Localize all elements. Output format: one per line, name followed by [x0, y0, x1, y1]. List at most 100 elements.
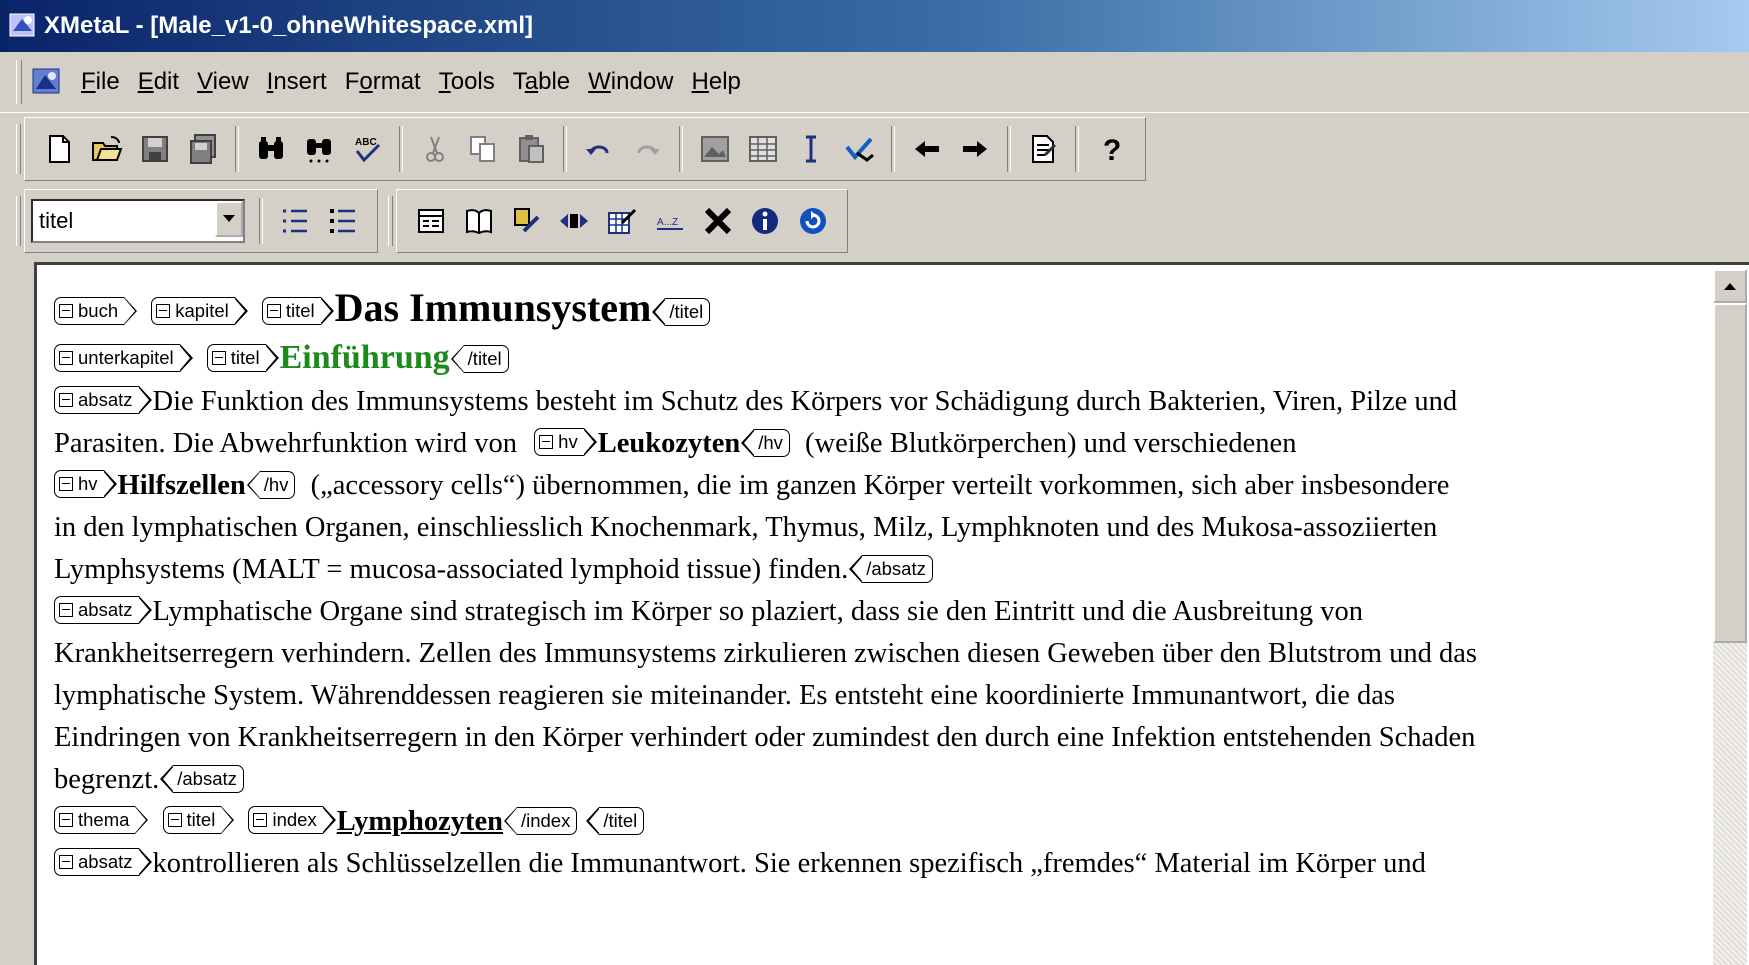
find-icon[interactable] — [251, 127, 291, 171]
subchapter-title[interactable]: Einführung — [280, 339, 450, 376]
tag-index-close[interactable]: /index — [503, 806, 578, 836]
properties-icon[interactable] — [1023, 127, 1063, 171]
chapter-title[interactable]: Das Immunsystem — [335, 285, 652, 330]
index-term-lymphozyten[interactable]: Lymphozyten — [337, 806, 503, 837]
document-content[interactable]: buch kapitel titel Das Immunsystem/titel … — [54, 287, 1514, 885]
text-cursor-icon[interactable] — [791, 127, 831, 171]
collapse-icon[interactable] — [266, 304, 281, 318]
toolbar-separator — [891, 126, 895, 172]
tag-titel-open[interactable]: titel — [206, 343, 279, 372]
bullet-list-icon[interactable] — [323, 199, 363, 243]
tag-hv-close[interactable]: /hv — [246, 470, 296, 500]
edit-table-icon[interactable] — [602, 199, 642, 243]
style-select-value: titel — [39, 208, 74, 233]
collapse-icon[interactable] — [59, 304, 73, 318]
delete-icon[interactable] — [698, 199, 738, 243]
tag-absatz-open[interactable]: absatz — [54, 385, 151, 414]
split-icon[interactable] — [554, 199, 594, 243]
tag-kapitel-open[interactable]: kapitel — [151, 296, 249, 325]
tag-titel-open[interactable]: titel — [261, 296, 334, 325]
toolbar-grip[interactable] — [16, 124, 21, 174]
new-document-icon[interactable] — [39, 127, 79, 171]
menu-table[interactable]: Table — [504, 68, 579, 96]
collapse-icon[interactable] — [156, 304, 171, 318]
find-replace-icon[interactable] — [299, 127, 339, 171]
tag-thema-open[interactable]: thema — [54, 805, 149, 834]
highlight-leukozyten[interactable]: Leukozyten — [598, 428, 741, 459]
edit-element-icon[interactable] — [507, 199, 547, 243]
tag-hv-close[interactable]: /hv — [741, 428, 790, 458]
style-select[interactable]: titel — [31, 199, 245, 243]
numbered-list-icon[interactable] — [275, 199, 315, 243]
insert-image-icon[interactable] — [695, 127, 735, 171]
check-icon[interactable] — [839, 127, 879, 171]
menu-help[interactable]: Help — [683, 68, 750, 96]
tag-absatz-open[interactable]: absatz — [54, 847, 151, 876]
tag-unterkapitel-open[interactable]: unterkapitel — [54, 343, 193, 372]
collapse-icon[interactable] — [59, 477, 73, 491]
save-all-icon[interactable] — [183, 127, 223, 171]
tag-absatz-close[interactable]: /absatz — [849, 554, 933, 584]
scroll-thumb[interactable] — [1713, 303, 1747, 643]
tag-absatz-open[interactable]: absatz — [54, 595, 151, 624]
svg-text:A...Z: A...Z — [657, 217, 678, 228]
subchapter-title-line: unterkapitel titel Einführung/titel — [54, 337, 1514, 381]
collapse-icon[interactable] — [253, 813, 268, 827]
sort-icon[interactable]: A...Z — [650, 199, 690, 243]
book-icon[interactable] — [459, 199, 499, 243]
collapse-icon[interactable] — [211, 351, 226, 365]
paragraph-3-partial[interactable]: absatz kontrollieren als Schlüsselzellen … — [54, 843, 1514, 885]
paragraph-2[interactable]: absatz Lymphatische Organe sind strategis… — [54, 591, 1514, 801]
tag-buch-open[interactable]: buch — [54, 296, 138, 325]
redo-icon[interactable] — [627, 127, 667, 171]
document-view[interactable]: buch kapitel titel Das Immunsystem/titel … — [34, 262, 1749, 965]
refresh-icon[interactable] — [793, 199, 833, 243]
menu-insert[interactable]: Insert — [258, 68, 336, 96]
toolbar-separator — [1007, 126, 1011, 172]
collapse-icon[interactable] — [59, 855, 73, 869]
tag-titel-close[interactable]: /titel — [450, 344, 509, 374]
toolbar-grip[interactable] — [16, 196, 21, 246]
form-icon[interactable] — [411, 199, 451, 243]
menu-format[interactable]: Format — [336, 68, 430, 96]
save-icon[interactable] — [135, 127, 175, 171]
undo-icon[interactable] — [579, 127, 619, 171]
back-arrow-icon[interactable] — [907, 127, 947, 171]
cut-icon[interactable] — [415, 127, 455, 171]
menu-window[interactable]: Window — [579, 68, 682, 96]
menu-edit[interactable]: Edit — [129, 68, 188, 96]
toolbar-grip[interactable] — [388, 196, 393, 246]
tag-titel-close[interactable]: /titel — [652, 297, 711, 327]
collapse-icon[interactable] — [167, 813, 182, 827]
collapse-icon[interactable] — [59, 813, 73, 827]
tag-titel-open[interactable]: titel — [162, 805, 235, 834]
insert-table-icon[interactable] — [743, 127, 783, 171]
scroll-up-button[interactable] — [1713, 269, 1747, 303]
spell-check-icon[interactable]: ABC — [347, 127, 387, 171]
paragraph-1[interactable]: absatz Die Funktion des Immunsystems best… — [54, 381, 1514, 591]
collapse-icon[interactable] — [59, 351, 73, 365]
tag-index-open[interactable]: index — [248, 805, 336, 834]
tag-hv-open[interactable]: hv — [54, 469, 116, 498]
forward-arrow-icon[interactable] — [955, 127, 995, 171]
document-icon[interactable] — [30, 65, 64, 99]
tag-hv-open[interactable]: hv — [534, 427, 597, 456]
menu-view[interactable]: View — [188, 68, 258, 96]
toolbar-separator — [259, 198, 263, 244]
highlight-hilfszellen[interactable]: Hilfszellen — [118, 470, 246, 501]
chevron-down-icon[interactable] — [215, 201, 243, 237]
info-icon[interactable] — [745, 199, 785, 243]
collapse-icon[interactable] — [539, 435, 554, 449]
menubar-grip[interactable] — [16, 60, 22, 104]
collapse-icon[interactable] — [59, 603, 73, 617]
menu-file[interactable]: File — [72, 68, 129, 96]
menu-tools[interactable]: Tools — [430, 68, 504, 96]
tag-absatz-close[interactable]: /absatz — [160, 764, 244, 794]
tag-titel-close[interactable]: /titel — [586, 806, 645, 836]
collapse-icon[interactable] — [59, 393, 73, 407]
copy-icon[interactable] — [463, 127, 503, 171]
paste-icon[interactable] — [511, 127, 551, 171]
help-icon[interactable]: ? — [1091, 127, 1131, 171]
vertical-scrollbar[interactable] — [1713, 269, 1747, 965]
open-folder-icon[interactable] — [87, 127, 127, 171]
